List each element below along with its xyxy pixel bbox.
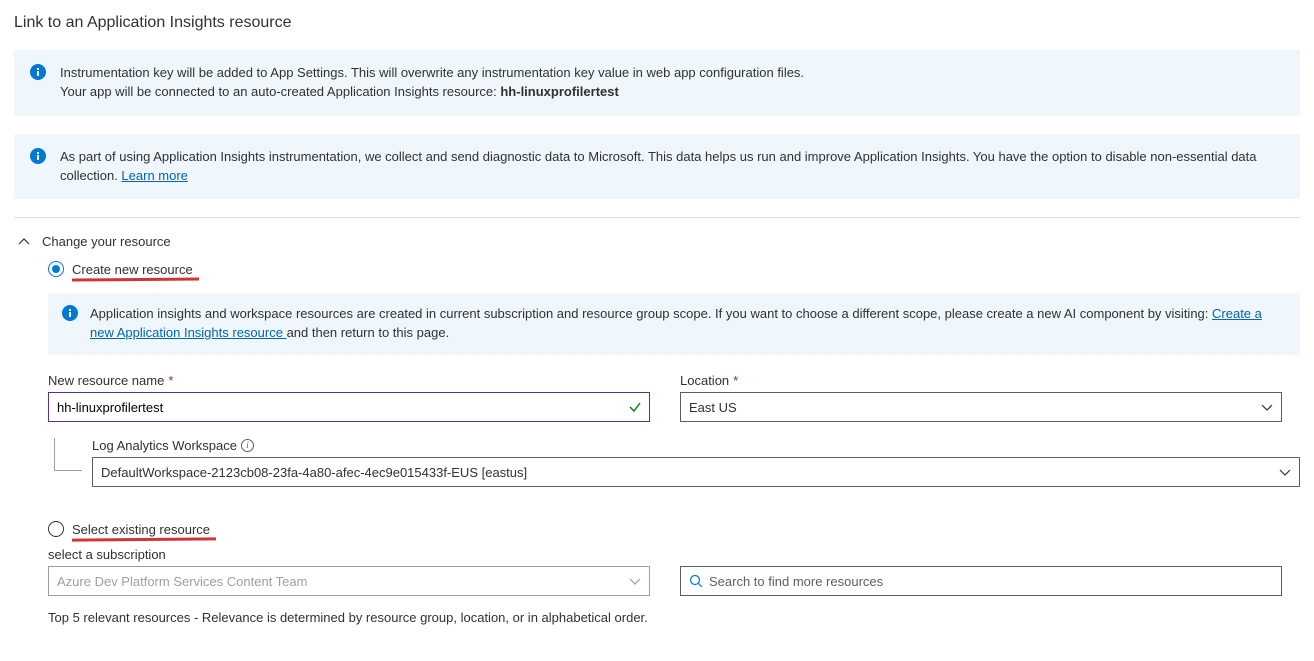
info-icon: [30, 64, 46, 80]
checkmark-icon: [628, 400, 642, 414]
radio-input[interactable]: [48, 261, 64, 277]
resource-search-input[interactable]: Search to find more resources: [680, 566, 1282, 596]
page-title: Link to an Application Insights resource: [14, 14, 1300, 32]
info-banner-instrumentation: Instrumentation key will be added to App…: [14, 50, 1300, 116]
radio-create-new[interactable]: Create new resource: [48, 261, 1300, 277]
divider: [14, 217, 1300, 218]
subscription-value: Azure Dev Platform Services Content Team: [57, 574, 307, 589]
location-value: East US: [689, 400, 737, 415]
radio-input[interactable]: [48, 521, 64, 537]
chevron-down-icon: [629, 575, 641, 587]
workspace-select[interactable]: DefaultWorkspace-2123cb08-23fa-4a80-afec…: [92, 457, 1300, 487]
info-line-2: Your app will be connected to an auto-cr…: [60, 83, 1284, 102]
required-mark: *: [733, 373, 738, 388]
create-info-text: Application insights and workspace resou…: [90, 306, 1212, 321]
highlight-underline: [72, 277, 199, 281]
radio-create-label: Create new resource: [72, 262, 193, 277]
location-select[interactable]: East US: [680, 392, 1282, 422]
info-hint-icon[interactable]: i: [241, 439, 254, 452]
required-mark: *: [168, 373, 173, 388]
tree-connector: [48, 438, 92, 487]
collapser-label: Change your resource: [42, 234, 171, 249]
search-icon: [689, 574, 703, 588]
radio-label-wrap: Select existing resource: [72, 522, 210, 537]
new-resource-name-input[interactable]: [48, 392, 650, 422]
info-icon: [30, 148, 46, 164]
info-icon: [62, 305, 78, 321]
workspace-label: Log Analytics Workspace i: [92, 438, 1300, 453]
info-banner-telemetry: As part of using Application Insights in…: [14, 134, 1300, 200]
info-banner-create-scope: Application insights and workspace resou…: [48, 293, 1300, 355]
chevron-down-icon: [1261, 401, 1273, 413]
workspace-value: DefaultWorkspace-2123cb08-23fa-4a80-afec…: [101, 465, 527, 480]
subscription-label: select a subscription: [48, 547, 1300, 562]
info-telemetry-text: As part of using Application Insights in…: [60, 149, 1257, 183]
radio-select-existing[interactable]: Select existing resource: [48, 521, 1300, 537]
highlight-underline: [72, 537, 216, 541]
radio-select-label: Select existing resource: [72, 522, 210, 537]
create-info-suffix: and then return to this page.: [287, 325, 450, 340]
radio-label-wrap: Create new resource: [72, 262, 193, 277]
search-placeholder: Search to find more resources: [709, 574, 883, 589]
collapser-change-resource[interactable]: Change your resource: [14, 232, 1300, 261]
new-resource-name-label: New resource name*: [48, 373, 650, 388]
location-label: Location*: [680, 373, 1282, 388]
info-resource-name: hh-linuxprofilertest: [500, 84, 618, 99]
subscription-select: Azure Dev Platform Services Content Team: [48, 566, 650, 596]
chevron-down-icon: [1279, 466, 1291, 478]
info-line-1: Instrumentation key will be added to App…: [60, 64, 1284, 83]
relevance-footnote: Top 5 relevant resources - Relevance is …: [48, 610, 1300, 625]
info-line-2-prefix: Your app will be connected to an auto-cr…: [60, 84, 500, 99]
chevron-up-icon: [18, 236, 30, 248]
learn-more-link[interactable]: Learn more: [121, 168, 187, 183]
